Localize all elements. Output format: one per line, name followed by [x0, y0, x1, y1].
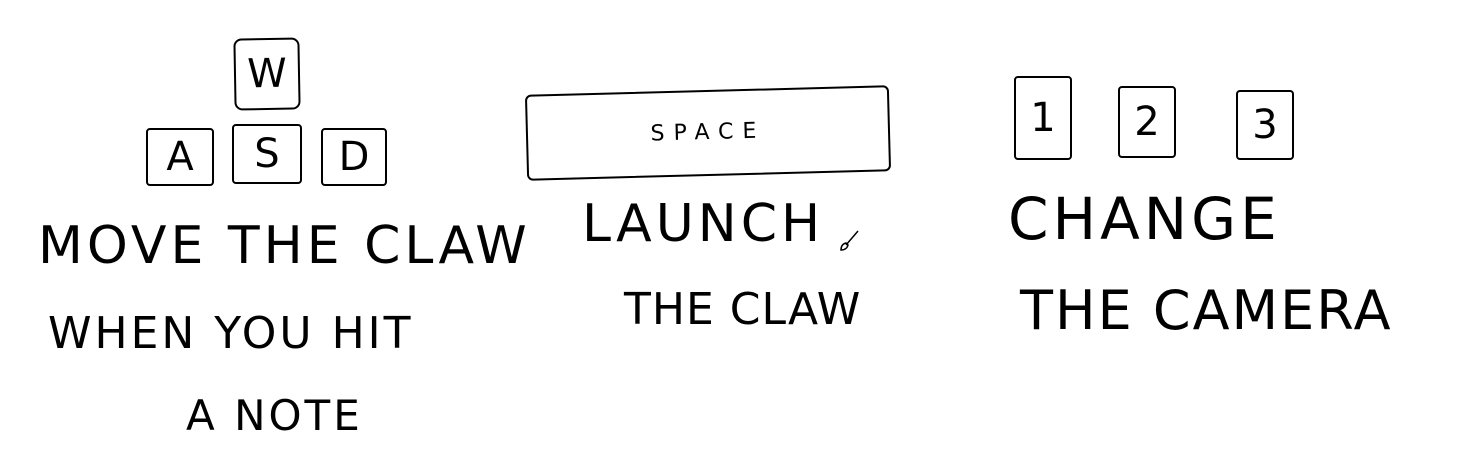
s-key[interactable]: S [232, 124, 302, 184]
camera-key-3-label: 3 [1252, 102, 1278, 148]
camera-key-1[interactable]: 1 [1014, 76, 1072, 160]
space-key-label: SPACE [650, 118, 766, 147]
paintbrush-icon [840, 230, 859, 251]
camera-caption-line2: THE CAMERA [1020, 279, 1393, 342]
launch-controls-group: SPACE LAUNCH THE CLAW [520, 0, 940, 475]
move-caption-line2: WHEN YOU HIT [48, 308, 414, 359]
camera-key-2-label: 2 [1134, 99, 1160, 145]
camera-key-2[interactable]: 2 [1118, 86, 1176, 158]
space-key[interactable]: SPACE [524, 85, 892, 181]
move-caption-line3: A NOTE [186, 391, 363, 440]
launch-caption-line2: THE CLAW [624, 284, 862, 335]
a-key-label: A [166, 134, 194, 180]
move-controls-group: W A S D MOVE THE CLAW WHEN YOU HIT A NOT… [0, 0, 527, 475]
s-key-label: S [254, 131, 280, 177]
d-key-label: D [338, 134, 370, 180]
camera-controls-group: 1 2 3 CHANGE THE CAMERA [990, 0, 1462, 475]
camera-caption-line1: CHANGE [1008, 185, 1281, 253]
a-key[interactable]: A [146, 128, 214, 186]
d-key[interactable]: D [321, 128, 387, 186]
w-key[interactable]: W [233, 37, 301, 111]
camera-key-1-label: 1 [1030, 95, 1056, 141]
w-key-label: W [246, 50, 288, 98]
camera-key-3[interactable]: 3 [1236, 90, 1294, 160]
launch-caption-line1: LAUNCH [582, 194, 825, 254]
drawing-canvas: W A S D MOVE THE CLAW WHEN YOU HIT A NOT… [0, 0, 1462, 475]
move-caption-line1: MOVE THE CLAW [38, 216, 531, 276]
